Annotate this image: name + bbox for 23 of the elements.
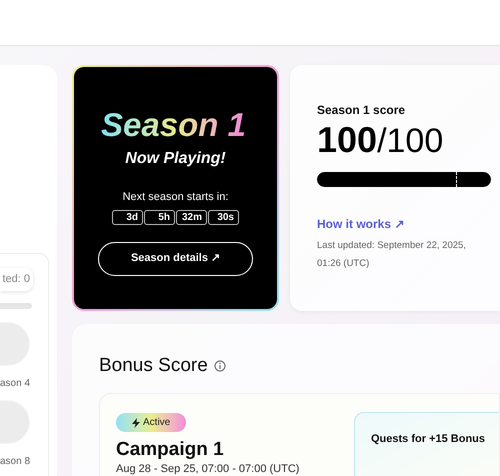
countdown-box: 3d — [112, 210, 143, 224]
season-details-button[interactable]: Season details ↗ — [98, 242, 253, 276]
score-value: 100 — [317, 121, 378, 159]
score-title: Season 1 score — [317, 102, 406, 119]
countdown-box: 30s — [208, 210, 239, 224]
progress-track — [0, 303, 32, 309]
season-label: ason 4 — [0, 377, 29, 391]
countdown-box: 5h — [144, 210, 175, 224]
score-total: /100 — [377, 122, 444, 160]
season-subtitle: Now Playing! — [125, 149, 226, 169]
info-icon[interactable] — [214, 360, 226, 372]
season-label: ason 8 — [0, 455, 29, 469]
bonus-title: Bonus Score — [99, 354, 208, 378]
countdown-box: 32m — [176, 210, 207, 224]
campaign-title: Campaign 1 — [116, 438, 225, 460]
active-badge: Active — [116, 413, 186, 432]
lightning-icon — [132, 418, 140, 428]
last-updated-text: Last updated: September 22, 2025, 01:26 (UTC) — [317, 239, 467, 271]
countdown-label: Next season starts in: — [122, 190, 228, 205]
campaign-dates: Aug 28 - Sep 25, 07:00 - 07:00 (UTC) — [116, 462, 300, 476]
count-pill: ted: 0 — [0, 268, 33, 291]
quests-title: Quests for +15 Bonus — [371, 432, 486, 446]
how-it-works-link[interactable]: How it works ↗ — [317, 215, 500, 233]
